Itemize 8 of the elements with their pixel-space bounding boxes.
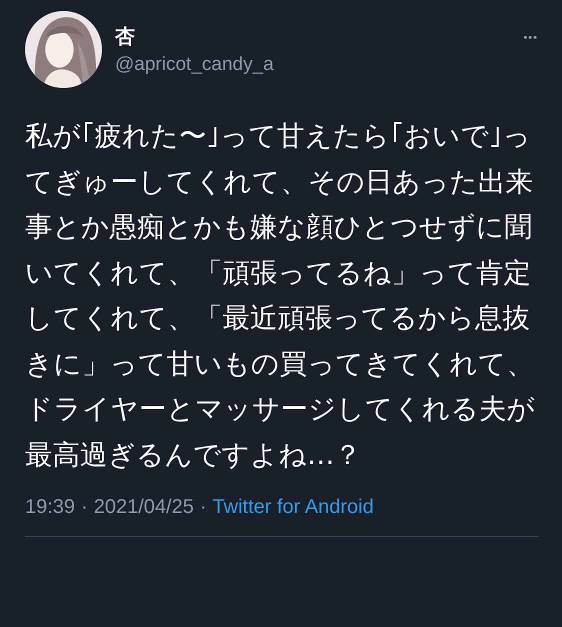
separator-dot: ·: [81, 496, 88, 519]
author-name[interactable]: 杏: [115, 22, 135, 50]
tweet-date: 2021/04/25: [94, 496, 194, 519]
tweet-time: 19:39: [25, 496, 76, 519]
author-handle[interactable]: @apricot_candy_a: [115, 54, 274, 76]
separator-dot: ·: [200, 496, 207, 519]
source-link[interactable]: Twitter for Android: [212, 496, 374, 519]
tweet-text: 私が｢疲れた〜｣って甘えたら｢おいで｣ってぎゅーしてくれて、その日あった出来事とか愚痴とかも嫌な顔ひとつせずに聞いてくれて、「頑張ってるね」って肯定してくれて、「最近頑張ってるから息抜きに」って甘いもの買ってきてくれて、ドライヤーとマッサージしてくれる夫が最高過ぎるんですよね…？: [25, 119, 536, 472]
